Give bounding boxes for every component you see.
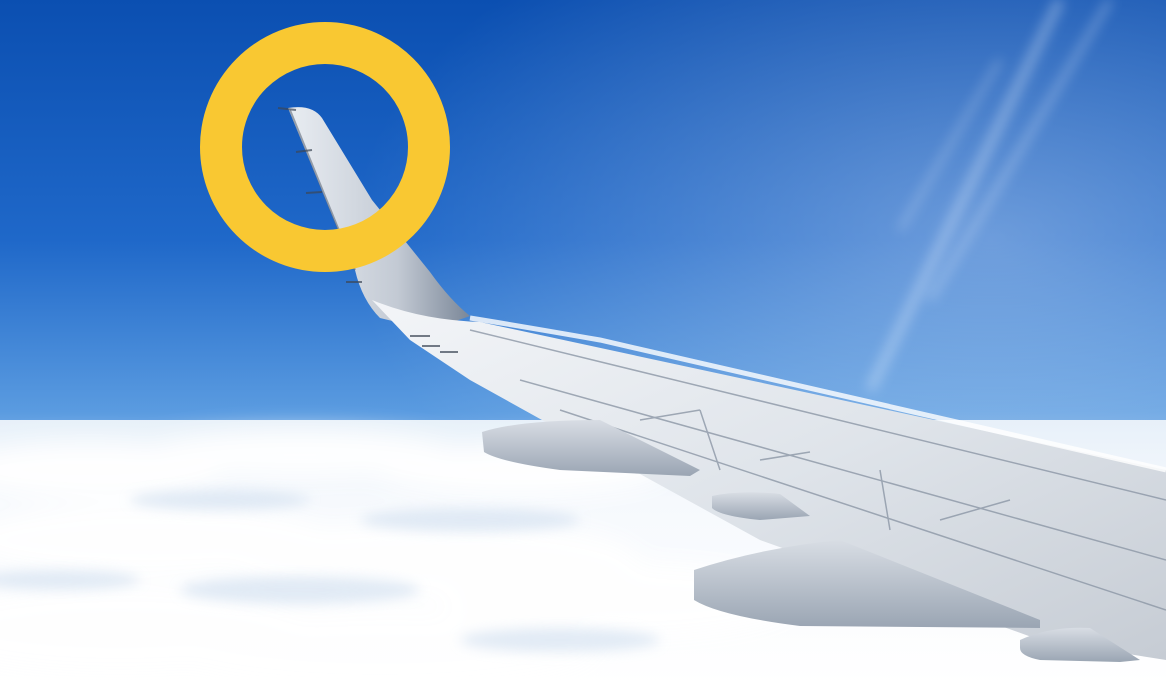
photo-scene xyxy=(0,0,1166,686)
airplane-wing-photo xyxy=(0,0,1166,686)
